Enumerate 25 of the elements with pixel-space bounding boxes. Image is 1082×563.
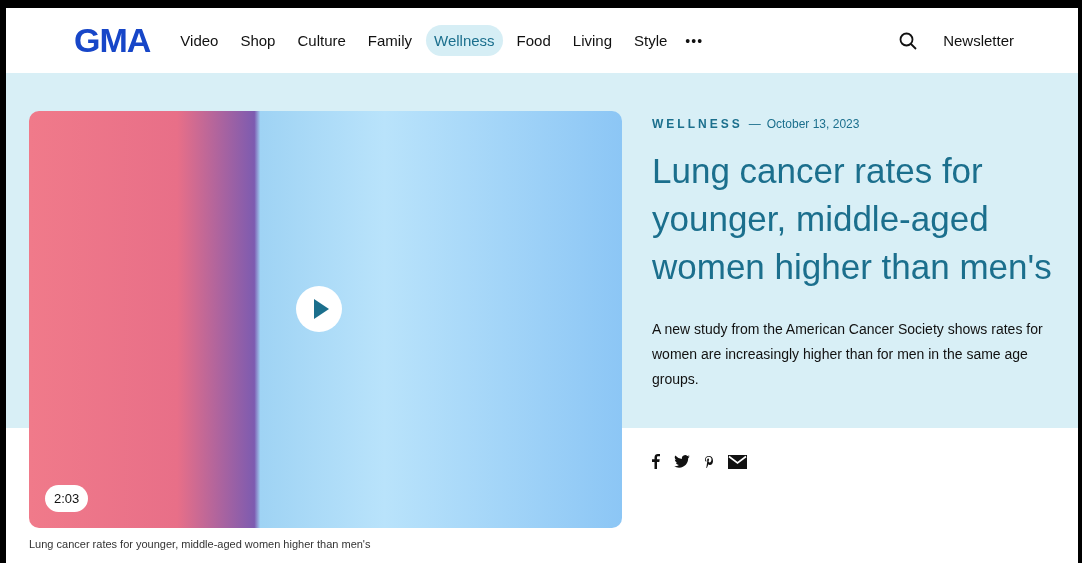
video-duration: 2:03 bbox=[45, 485, 89, 512]
nav-tab[interactable]: Living bbox=[564, 25, 620, 56]
nav-tab[interactable]: Shop bbox=[232, 25, 284, 56]
more-menu-button[interactable]: ••• bbox=[685, 32, 704, 49]
newsletter-link[interactable]: Newsletter bbox=[943, 32, 1014, 49]
article-headline: Lung cancer rates for younger, middle-aged women higher than men's bbox=[652, 150, 1052, 288]
nav-tab[interactable]: Culture bbox=[289, 25, 354, 56]
email-icon[interactable] bbox=[728, 454, 747, 469]
nav-tab[interactable]: Food bbox=[508, 25, 559, 56]
nav-tab[interactable]: Wellness bbox=[426, 25, 503, 56]
separator-dash: — bbox=[748, 117, 761, 131]
nav-tab[interactable]: Family bbox=[359, 25, 420, 56]
search-icon[interactable] bbox=[899, 31, 918, 50]
category-label[interactable]: WELLNESS bbox=[652, 117, 743, 131]
gma-logo[interactable]: GMA bbox=[74, 21, 151, 60]
twitter-bird-icon[interactable] bbox=[674, 455, 690, 468]
nav-tab[interactable]: Video bbox=[172, 25, 227, 56]
video-thumbnail[interactable]: 2:03 bbox=[29, 111, 622, 528]
publish-date: October 13, 2023 bbox=[766, 117, 860, 131]
play-button-icon[interactable] bbox=[296, 286, 342, 332]
video-caption: Lung cancer rates for younger, middle-aged women higher than men's bbox=[29, 538, 372, 550]
pinterest-icon[interactable] bbox=[704, 454, 714, 469]
article-summary: A new study from the American Cancer Society shows rates for women are increasingly higher than for men in the same age groups. bbox=[652, 320, 1044, 389]
facebook-icon[interactable] bbox=[652, 454, 660, 469]
nav-tab[interactable]: Style bbox=[626, 25, 676, 56]
